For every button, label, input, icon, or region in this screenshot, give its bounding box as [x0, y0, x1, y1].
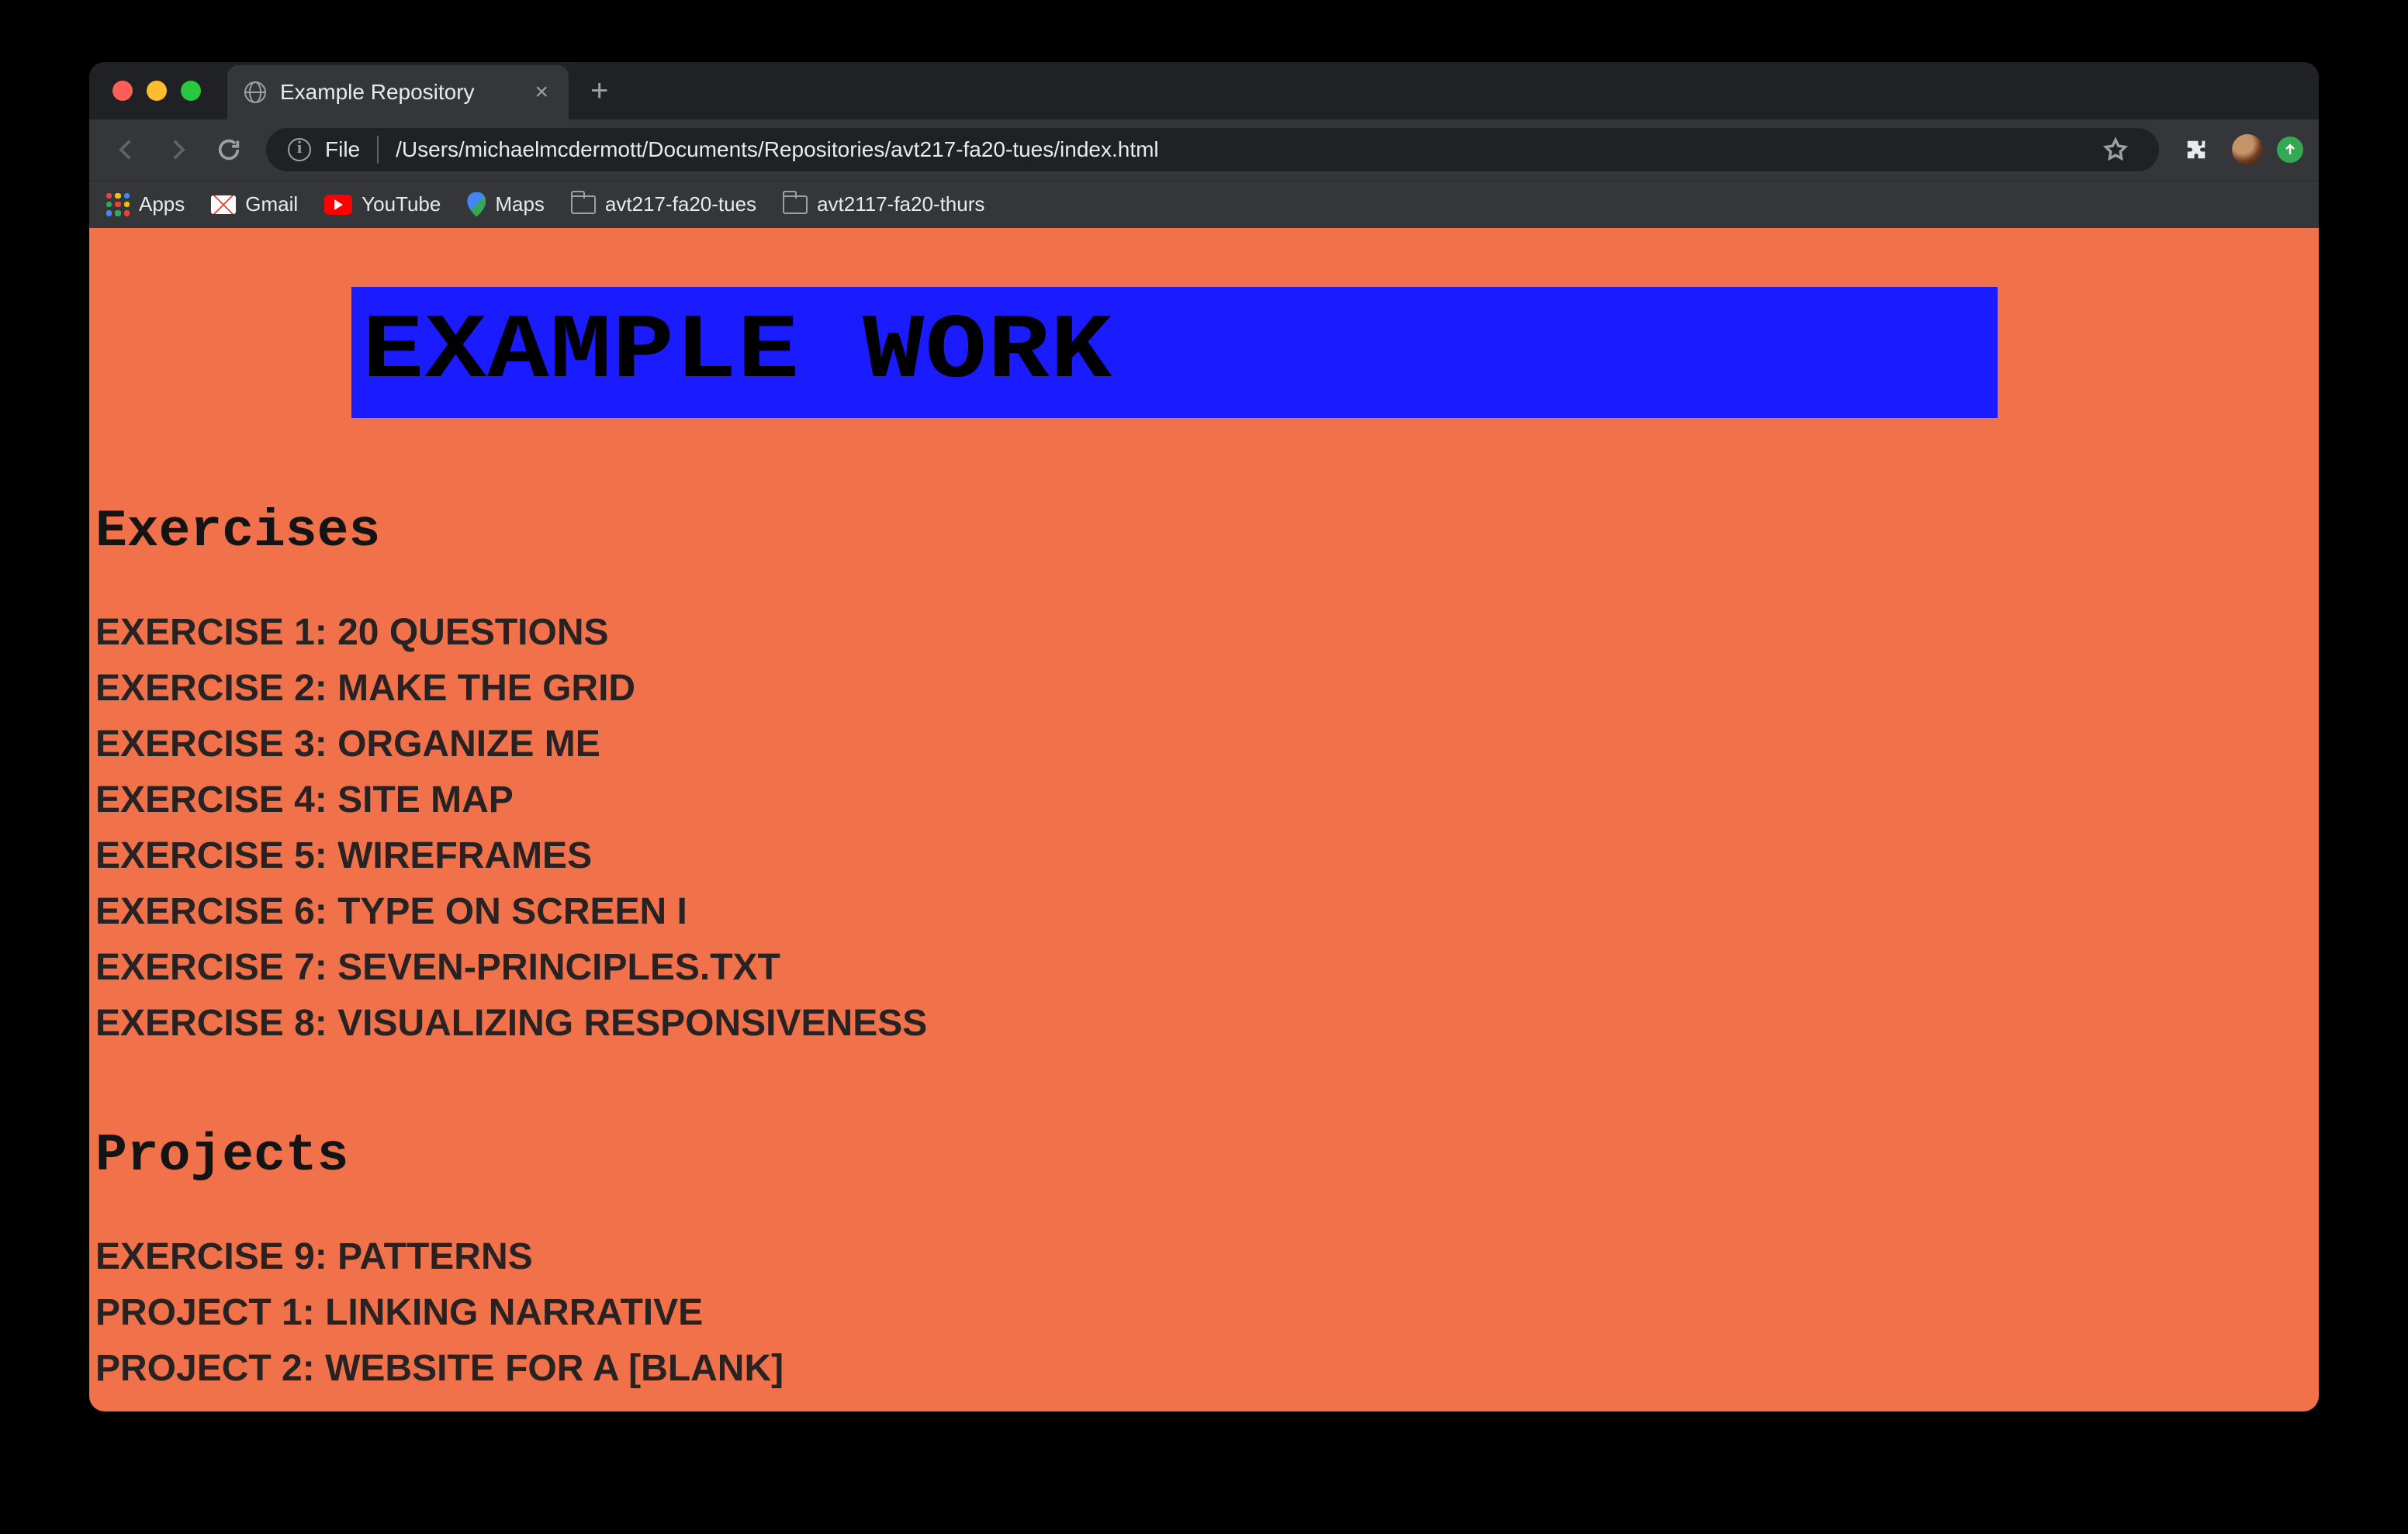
window-close-button[interactable]: [112, 81, 133, 101]
address-bar[interactable]: File /Users/michaelmcdermott/Documents/R…: [266, 128, 2159, 171]
arrow-right-icon: [164, 136, 191, 163]
star-icon: [2102, 136, 2129, 163]
arrow-up-icon: [2282, 142, 2298, 157]
exercise-link[interactable]: EXERCISE 6: TYPE ON SCREEN I: [95, 884, 2319, 940]
window-minimize-button[interactable]: [147, 81, 167, 101]
exercise-link[interactable]: EXERCISE 1: 20 QUESTIONS: [95, 605, 2319, 661]
folder-icon: [571, 195, 596, 214]
projects-link-list: EXERCISE 9: PATTERNS PROJECT 1: LINKING …: [89, 1229, 2319, 1397]
page-content: Exercises EXERCISE 1: 20 QUESTIONS EXERC…: [89, 502, 2319, 1397]
exercise-link[interactable]: EXERCISE 7: SEVEN-PRINCIPLES.TXT: [95, 940, 2319, 996]
bookmarks-bar: Apps Gmail YouTube Maps avt217-fa20-tues…: [89, 180, 2319, 228]
traffic-lights: [89, 81, 201, 101]
youtube-icon: [324, 195, 352, 215]
exercise-link[interactable]: EXERCISE 4: SITE MAP: [95, 772, 2319, 828]
exercise-link[interactable]: EXERCISE 3: ORGANIZE ME: [95, 717, 2319, 772]
bookmark-folder-avt2117[interactable]: avt2117-fa20-thurs: [783, 192, 984, 216]
window-zoom-button[interactable]: [181, 81, 201, 101]
page-header: EXAMPLE WORK: [351, 287, 1998, 418]
bookmark-star-button[interactable]: [2094, 136, 2137, 163]
apps-grid-icon: [106, 193, 130, 216]
project-link[interactable]: PROJECT 1: LINKING NARRATIVE: [95, 1285, 2319, 1341]
maps-icon: [467, 192, 486, 217]
puzzle-icon: [2185, 138, 2208, 161]
section-heading-exercises: Exercises: [95, 502, 2319, 561]
bookmark-label: Gmail: [245, 192, 298, 216]
bookmark-apps[interactable]: Apps: [106, 192, 185, 216]
separator: [377, 136, 379, 164]
folder-icon: [783, 195, 808, 214]
bookmark-gmail[interactable]: Gmail: [211, 192, 298, 216]
browser-window: Example Repository × + File /Users/micha…: [89, 62, 2319, 1411]
site-info-icon[interactable]: [288, 138, 311, 161]
globe-icon: [244, 81, 266, 103]
arrow-left-icon: [113, 136, 140, 163]
project-link[interactable]: EXERCISE 9: PATTERNS: [95, 1229, 2319, 1285]
tab-title: Example Repository: [280, 80, 475, 105]
bookmark-label: avt2117-fa20-thurs: [817, 192, 984, 216]
back-button[interactable]: [105, 128, 148, 171]
gmail-icon: [211, 195, 236, 214]
bookmark-maps[interactable]: Maps: [467, 192, 545, 217]
section-heading-projects: Projects: [95, 1126, 2319, 1186]
url-scheme: File: [325, 137, 360, 162]
update-indicator[interactable]: [2277, 136, 2303, 163]
url-path: /Users/michaelmcdermott/Documents/Reposi…: [396, 137, 1159, 162]
tab-close-button[interactable]: ×: [535, 81, 548, 104]
forward-button[interactable]: [156, 128, 199, 171]
new-tab-button[interactable]: +: [590, 75, 608, 106]
bookmark-label: Maps: [495, 192, 545, 216]
bookmark-youtube[interactable]: YouTube: [324, 192, 441, 216]
page-title: EXAMPLE WORK: [362, 301, 2185, 404]
project-link[interactable]: PROJECT 2: WEBSITE FOR A [BLANK]: [95, 1341, 2319, 1397]
reload-icon: [216, 136, 242, 163]
bookmark-label: avt217-fa20-tues: [605, 192, 756, 216]
bookmark-folder-avt217[interactable]: avt217-fa20-tues: [571, 192, 756, 216]
exercise-link[interactable]: EXERCISE 5: WIREFRAMES: [95, 828, 2319, 884]
tab-strip: Example Repository × +: [89, 62, 2319, 119]
bookmark-label: YouTube: [362, 192, 441, 216]
page-viewport[interactable]: EXAMPLE WORK Exercises EXERCISE 1: 20 QU…: [89, 228, 2319, 1411]
exercises-link-list: EXERCISE 1: 20 QUESTIONS EXERCISE 2: MAK…: [89, 605, 2319, 1052]
exercise-link[interactable]: EXERCISE 2: MAKE THE GRID: [95, 661, 2319, 717]
reload-button[interactable]: [207, 128, 251, 171]
exercise-link[interactable]: EXERCISE 8: VISUALIZING RESPONSIVENESS: [95, 996, 2319, 1052]
bookmark-label: Apps: [139, 192, 185, 216]
browser-tab[interactable]: Example Repository ×: [227, 65, 569, 119]
browser-toolbar: File /Users/michaelmcdermott/Documents/R…: [89, 119, 2319, 180]
extensions-button[interactable]: [2174, 138, 2218, 161]
profile-avatar[interactable]: [2232, 134, 2263, 165]
